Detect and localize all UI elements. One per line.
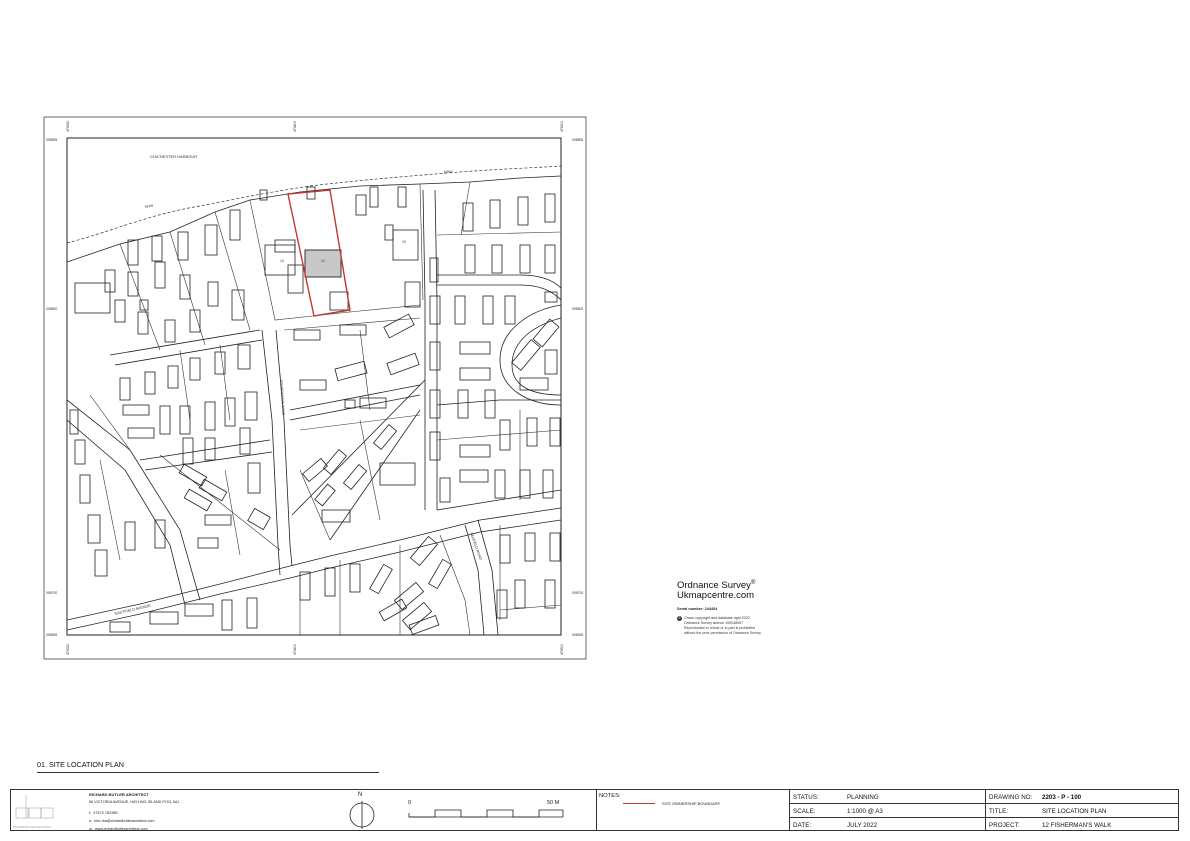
os-copyright: Crown copyright and database right 2022 …	[684, 616, 761, 636]
architect-details: RICHARD BUTLER ARCHITECT 56 VICTORIA AVE…	[89, 792, 249, 831]
title-value: SITE LOCATION PLAN	[1042, 808, 1107, 815]
title-block: RICHARD BUTLER ARCHITECT RICHARD BUTLER …	[10, 789, 1179, 831]
grid-label-left-3: 098700	[46, 591, 57, 595]
notes-heading: NOTES:	[599, 793, 621, 799]
architect-name: RICHARD BUTLER ARCHITECT	[89, 792, 149, 797]
scale-bar-start: 0	[408, 800, 412, 806]
drawing-no-value: 2203 - P - 100	[1042, 794, 1082, 801]
label-mhw-2: MHW	[444, 170, 453, 174]
phone-label: t:	[89, 811, 92, 815]
web-label: w:	[89, 827, 93, 831]
scale-bar-end: 50 M	[547, 800, 560, 806]
architect-email: info.rba@richardbutlerarchitect.com	[94, 819, 155, 823]
grid-labels: 474330 474400 474500 474330 474400 47450…	[46, 121, 583, 655]
scale-bar	[408, 809, 564, 818]
label-house-13: 13	[280, 259, 284, 263]
legend-line	[623, 803, 655, 805]
architect-address: 56 VICTORIA AVENUE, HAYLING ISLAND PO11 …	[89, 800, 180, 804]
drawing-no-label: DRAWING NO:	[989, 794, 1033, 801]
legend-label: SITE OWNERSHIP BOUNDARY	[662, 801, 721, 806]
grid-label-right-3: 098700	[572, 591, 583, 595]
label-house-15: 15	[402, 240, 406, 244]
coastline	[67, 175, 561, 263]
grid-label-bottom-1: 474330	[66, 644, 70, 655]
status-label: STATUS:	[793, 794, 819, 801]
grid-label-right-1: 098895	[572, 138, 583, 142]
mhw-line	[67, 165, 561, 244]
label-mhw-1: MHW	[144, 203, 154, 209]
os-site: Ukmapcentre.com	[677, 590, 755, 602]
grid-label-left-2: 098800	[46, 307, 57, 311]
site-building-12	[304, 249, 342, 278]
status-value: PLANNING	[847, 794, 879, 801]
os-serial: Serial number: 244404	[677, 607, 718, 612]
north-label: N	[358, 792, 363, 798]
title-label: TITLE:	[989, 808, 1009, 815]
grid-label-top-2: 474400	[293, 121, 297, 132]
email-label: e:	[89, 819, 93, 823]
date-value: JULY 2022	[847, 822, 878, 829]
architect-phone: 07572 782285	[93, 811, 118, 815]
architect-web: www.richardbutlerarchitect.com	[94, 827, 148, 831]
plan-caption: 01. SITE LOCATION PLAN	[37, 754, 379, 773]
grid-label-right-4: 098695	[572, 633, 583, 637]
scale-label: SCALE:	[793, 808, 816, 815]
label-chichester-harbour: CHICHESTER HARBOUR	[150, 154, 197, 159]
grid-label-bottom-2: 474400	[293, 644, 297, 655]
grid-label-bottom-3: 474500	[560, 644, 564, 655]
project-label: PROJECT:	[989, 822, 1020, 829]
grid-label-top-3: 474500	[560, 121, 564, 132]
place-labels: CHICHESTER HARBOUR MHW MHW 13 12 15 FISH…	[114, 154, 482, 616]
grid-label-top-1: 474330	[66, 121, 70, 132]
grid-label-right-2: 098800	[572, 307, 583, 311]
label-fishermans-walk: FISHERMAN'S WALK	[279, 380, 285, 416]
scale-value: 1:1000 @ A3	[847, 808, 883, 815]
plan-caption-text: 01. SITE LOCATION PLAN	[37, 760, 124, 769]
copyright-icon: ©	[677, 616, 682, 622]
os-block: Ordnance Survey® Ukmapcentre.com Serial …	[677, 580, 807, 636]
date-label: DATE:	[793, 822, 812, 829]
grid-label-left-4: 098695	[46, 633, 57, 637]
label-house-12: 12	[321, 259, 325, 263]
os-registered-mark: ®	[750, 580, 756, 586]
site-location-map: 474330 474400 474500 474330 474400 47450…	[43, 116, 587, 660]
os-copyright-line-4: without the prior permission of Ordnance…	[684, 630, 761, 635]
project-value: 12 FISHERMAN'S WALK	[1042, 822, 1112, 829]
map-inner-frame	[66, 137, 562, 636]
grid-label-left-1: 098895	[46, 138, 57, 142]
architect-logo	[15, 795, 54, 819]
architect-logo-caption: RICHARD BUTLER ARCHITECT	[13, 826, 52, 829]
